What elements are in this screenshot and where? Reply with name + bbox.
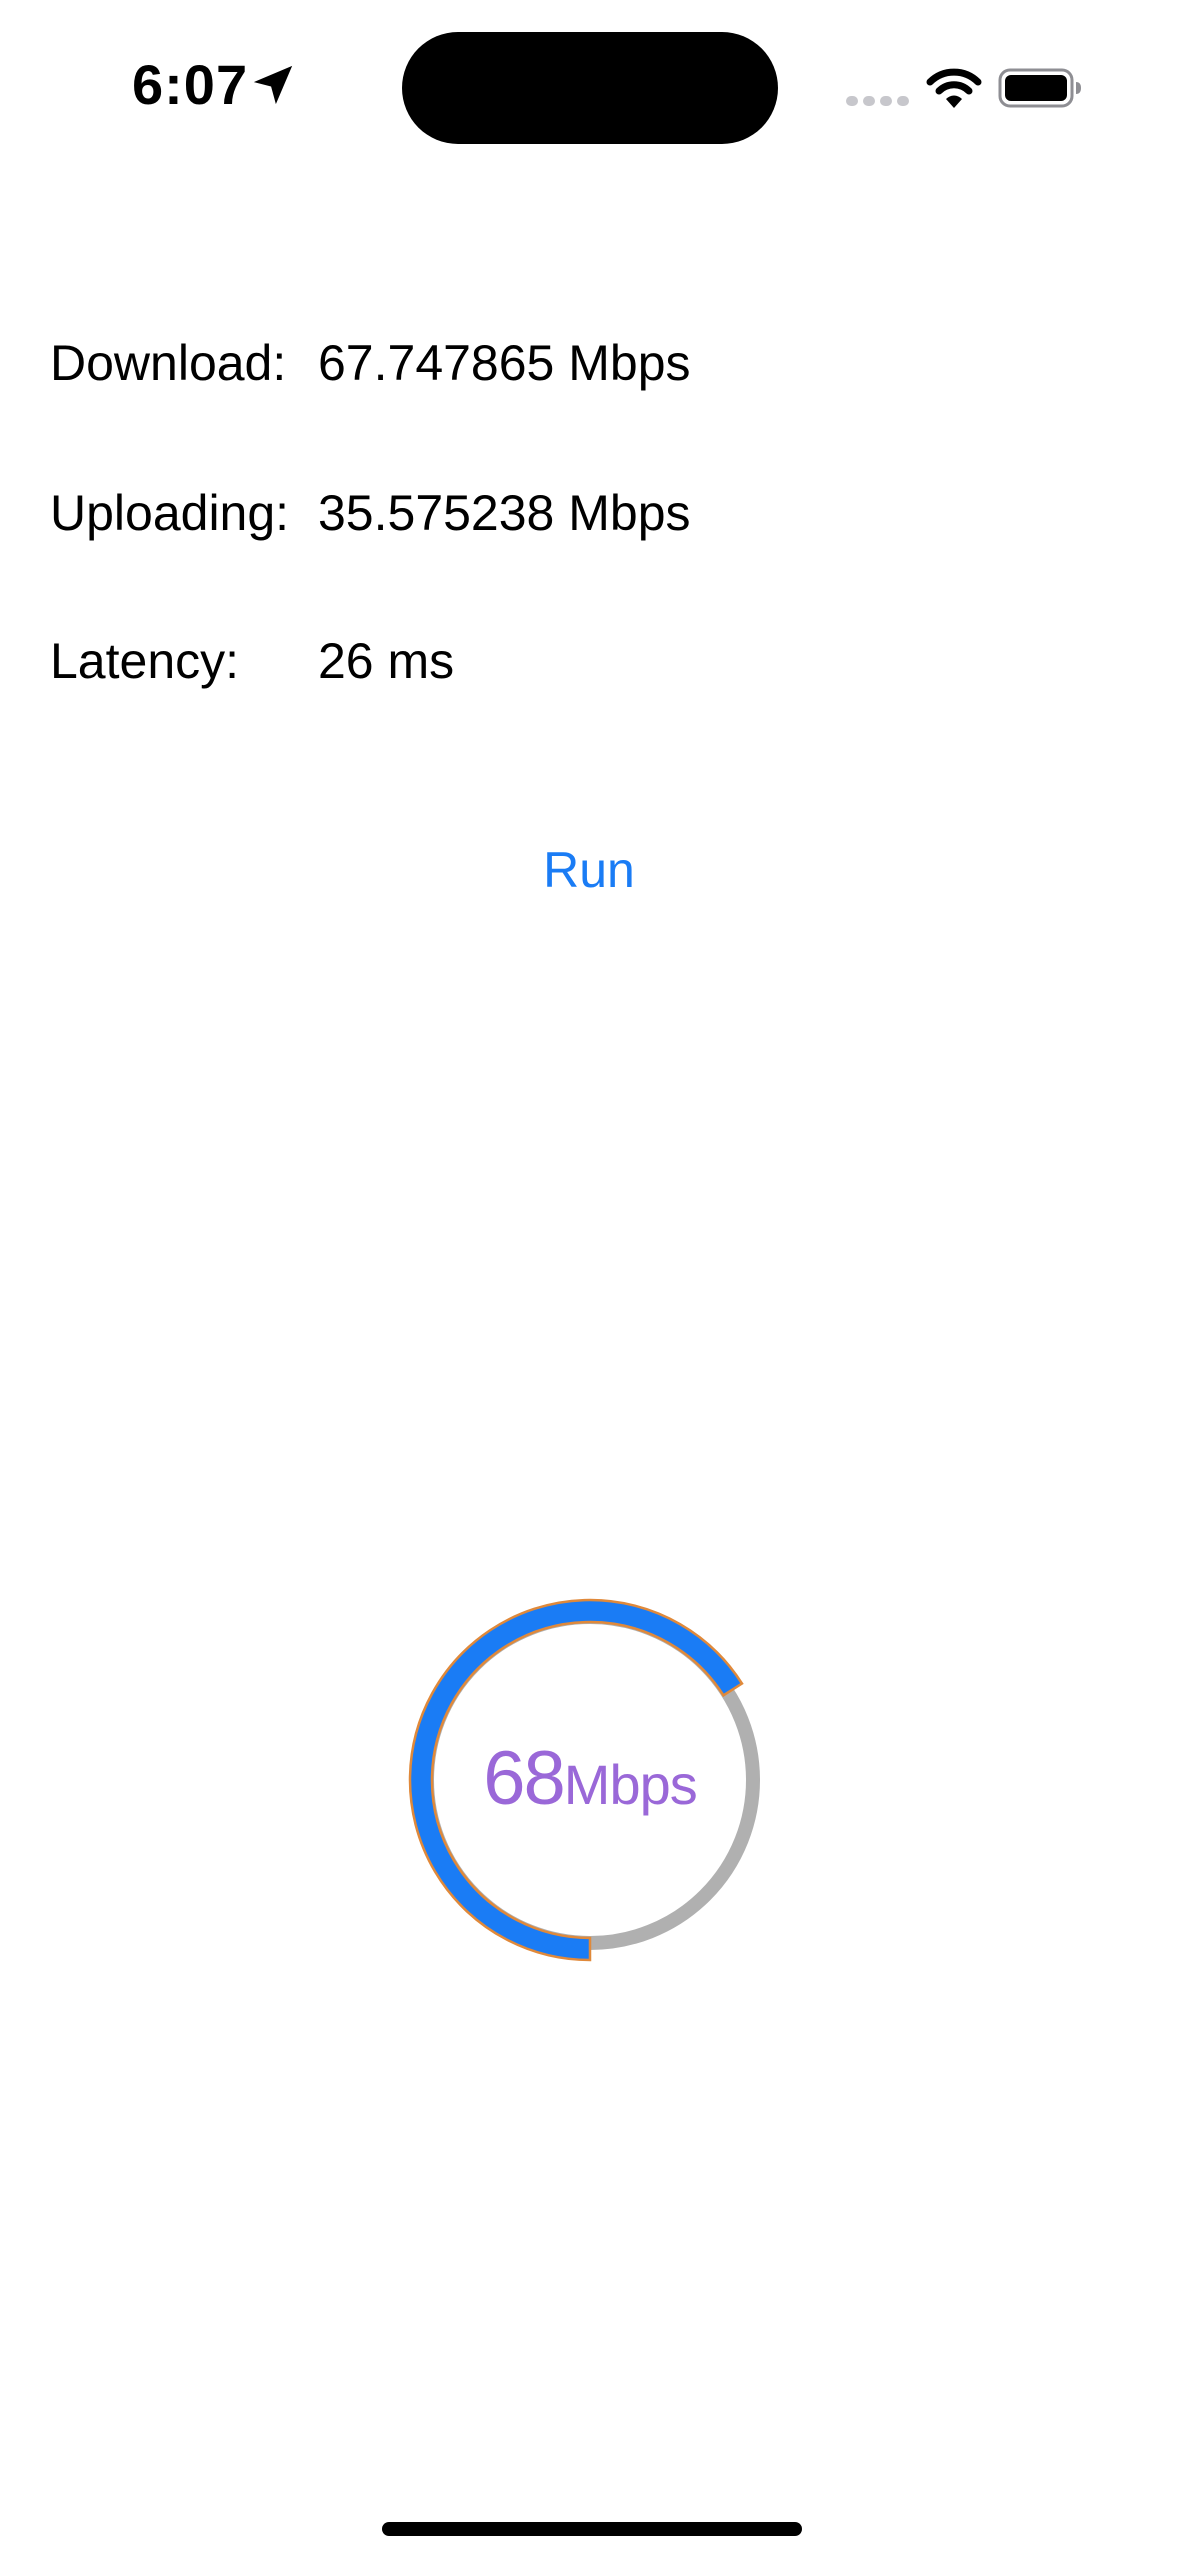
download-label: Download: — [50, 335, 287, 391]
download-row: Download: 67.747865 Mbps — [50, 328, 1050, 398]
home-indicator — [382, 2522, 802, 2536]
gauge-readout: 68Mbps — [400, 1735, 780, 1825]
status-time: 6:07 — [132, 53, 249, 116]
cellular-signal-icon — [846, 96, 909, 106]
latency-value: 26 ms — [318, 633, 455, 689]
upload-value: 35.575238 Mbps — [318, 485, 691, 541]
latency-row: Latency: 26 ms — [50, 626, 1050, 696]
battery-icon — [998, 68, 1081, 108]
dynamic-island — [402, 32, 778, 144]
run-button[interactable]: Run — [489, 832, 689, 908]
latency-label: Latency: — [50, 633, 240, 689]
gauge-value: 68 — [483, 1736, 566, 1821]
download-value: 67.747865 Mbps — [318, 335, 691, 391]
upload-row: Uploading: 35.575238 Mbps — [50, 478, 1050, 548]
location-arrow-icon — [253, 65, 293, 105]
upload-label: Uploading: — [50, 485, 290, 541]
wifi-icon — [926, 68, 982, 108]
gauge-unit: Mbps — [563, 1753, 698, 1816]
speed-test-screen: 6:07 Download: 67.747865 Mbps Uploading:… — [0, 0, 1179, 2556]
